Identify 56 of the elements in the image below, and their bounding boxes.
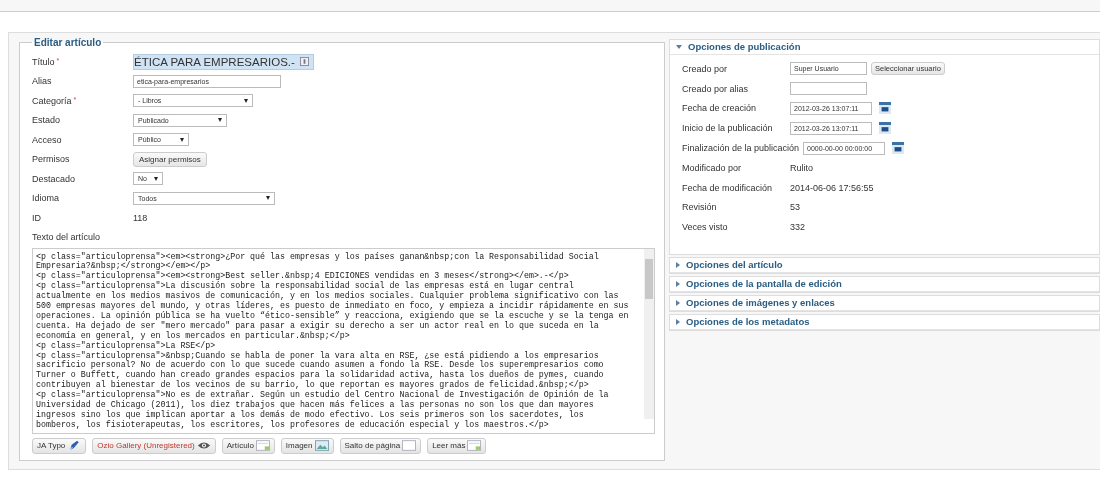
- editor-button[interactable]: Salto de página: [339, 437, 422, 454]
- field-label: Alias: [32, 76, 52, 87]
- editor-button[interactable]: Ozio Gallery (Unregistered): [92, 437, 216, 454]
- field-label: Finalización de la publicación: [682, 143, 800, 154]
- accordion-header[interactable]: Opciones de la pantalla de edición: [670, 277, 1099, 293]
- title-field[interactable]: ÉTICA PARA EMPRESARIOS.-: [133, 53, 314, 70]
- field-value: 53: [790, 202, 800, 213]
- field-label: Revisión: [682, 202, 718, 213]
- editor-button[interactable]: JA Typo: [32, 437, 87, 454]
- calendar-icon[interactable]: [879, 102, 891, 115]
- caret-icon: [266, 196, 270, 201]
- field-label: Categoría: [32, 95, 72, 106]
- article-text-field[interactable]: <p class="articuloprensa"><em><strong>¿Por qué las empresas y los países ganan&nbsp;con la Responsabilidad Social Empresaria?&nbsp;</strong></em></p> <p class="articuloprensa"><em><strong>Best seller.&nbsp;4 EDICIONES vendidas en 3 meses</strong></em>.-</p> <p class="articuloprensa">La discusión sobre la responsabilidad social de las empresas está en lugar central actualmente en los medios masivos de comunicación, y en los medios sociales. Cualquier problema significativo con las 500 empresas mayores del mundo, y otras líderes, es puesto de inmediato en foco, y empieza a incidir rápidamente en sus operaciones. La opinión pública se ha vuelto “ético-sensible” y reacciona, exigiendo que se la escuche y se la tenga en cuenta. Ha dejado de ser "mero mercado" para pasar a exigir su derecho a ser un actor real en lo que suceda en la economía en general, y en los mercados en particular.&nbsp;</p> <p class="articuloprensa">La RSE</p> <p class="articuloprensa">&nbsp;Cuando se habla de poner la vara alta en RSE, ¿se está pidiendo a los empresarios sacrificio personal? No de acuerdo con lo que sucede cuando asumen a fondo la RSE. Desde los superempresarios como Turner o Buffett, cuando han creado grandes espacios para la solidaridad activa, hasta los dueños de pymes, cuando contribuyen al bienestar de los vecinos de su barrio, lo que reportan es mayores grados de felicidad.&nbsp;</p> <p class="articuloprensa">No es de extrañar. Según un estudio del Centro Nacional de Investigación de Opinión de la Universidad de Chicago (2011), los diez trabajos que hacen más felices a las personas no son los que dan mayores ingresos sino los que implican aportar a los demás de modo efectivo. Los seis primeros son los sacerdotes, los bomberos, los fisioterapeutas, los escritores, los profesores de educación especial y los maestros.</p>: [32, 247, 655, 434]
- image-icon: [314, 440, 329, 451]
- field-value: 2014-06-06 17:56:55: [790, 182, 874, 193]
- document-icon: [255, 440, 270, 451]
- field-label: Acceso: [32, 134, 62, 145]
- accordion-header[interactable]: Opciones de los metadatos: [670, 315, 1099, 331]
- field-label: Inicio de la publicación: [682, 123, 774, 134]
- caret-icon: [244, 98, 248, 103]
- field-label: Fecha de creación: [682, 103, 758, 114]
- page-icon: [402, 440, 417, 451]
- field-label: Fecha de modificación: [682, 182, 774, 193]
- fieldset-legend: Editar artículo: [32, 37, 104, 48]
- field-label: Texto del artículo: [32, 231, 102, 244]
- alias-field[interactable]: [790, 82, 867, 96]
- field-value: Rulito: [790, 162, 813, 173]
- editor-button[interactable]: Imagen: [280, 437, 334, 454]
- accordion-header[interactable]: Opciones del artículo: [670, 258, 1099, 274]
- field-label: Destacado: [32, 173, 76, 184]
- permissions-button[interactable]: Asignar permisos: [133, 151, 207, 167]
- field-label: Título: [32, 56, 55, 67]
- field-label: Estado: [32, 115, 61, 126]
- accordion-header[interactable]: Opciones de publicación: [670, 40, 1099, 55]
- field-label: Modificado por: [682, 162, 743, 173]
- calendar-icon[interactable]: [879, 122, 891, 135]
- eye-icon: [196, 440, 211, 451]
- calendar-icon[interactable]: [892, 142, 905, 155]
- field-label: Creado por alias: [682, 83, 750, 94]
- caret-icon: [218, 118, 222, 123]
- accordion-header[interactable]: Opciones de imágenes y enlaces: [670, 296, 1099, 312]
- field-label: Creado por: [682, 63, 729, 74]
- field-label: Permisos: [32, 154, 70, 165]
- pen-icon: [67, 440, 82, 451]
- field-label: ID: [32, 212, 41, 223]
- field-icon: [300, 57, 309, 67]
- caret-icon: [180, 137, 184, 142]
- editor-button[interactable]: Artículo: [221, 437, 275, 454]
- field-label: Idioma: [32, 193, 59, 204]
- scrollbar[interactable]: [644, 248, 654, 419]
- field-value: 118: [133, 212, 148, 223]
- document-icon: [467, 440, 482, 451]
- editor-button[interactable]: Leer más: [427, 437, 487, 454]
- caret-icon: [154, 176, 158, 181]
- field-label: Veces visto: [682, 222, 729, 233]
- field-value: 332: [790, 222, 806, 233]
